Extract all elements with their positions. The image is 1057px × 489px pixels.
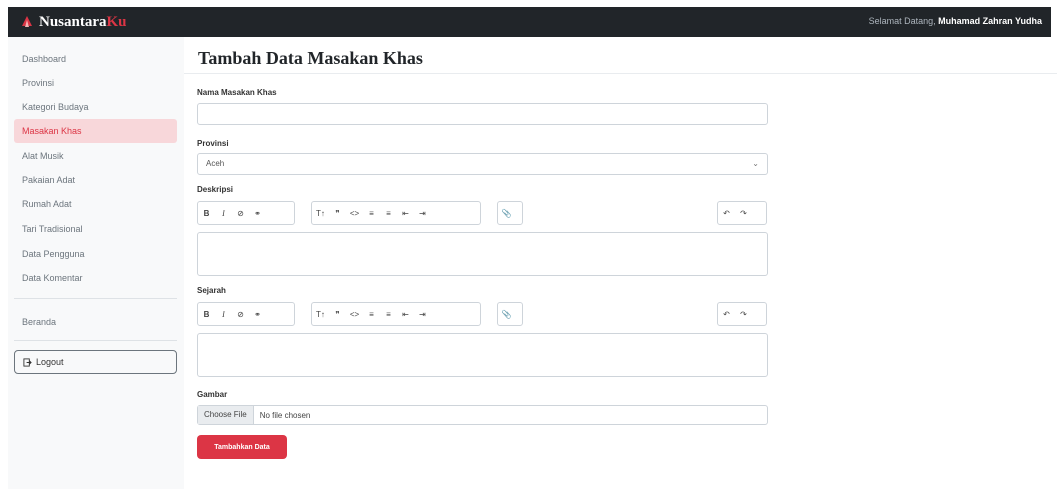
nama-label: Nama Masakan Khas (197, 88, 277, 97)
main-content: Tambah Data Masakan Khas Nama Masakan Kh… (184, 37, 1057, 489)
sidebar-item-data-komentar[interactable]: Data Komentar (14, 266, 177, 290)
user-name: Muhamad Zahran Yudha (938, 16, 1042, 26)
sidebar-item-provinsi[interactable]: Provinsi (14, 71, 177, 95)
sidebar-item-tari-tradisional[interactable]: Tari Tradisional (14, 217, 177, 241)
sidebar-divider (14, 340, 177, 341)
attach-icon[interactable]: 📎 (498, 303, 515, 325)
title-divider (184, 73, 1057, 74)
sidebar-item-kategori-budaya[interactable]: Kategori Budaya (14, 95, 177, 119)
brand-name-part2: Ku (106, 13, 127, 30)
heading-icon[interactable]: T↑ (312, 202, 329, 224)
number-list-icon[interactable]: ≡ (380, 202, 397, 224)
provinsi-selected-value: Aceh (206, 159, 225, 168)
deskripsi-toolbar: B I ⊘ ⚭ T↑ ❞ <> ≡ ≡ ⇤ ⇥ 📎 ↶ ↷ (197, 201, 768, 225)
number-list-icon[interactable]: ≡ (380, 303, 397, 325)
sidebar-item-masakan-khas[interactable]: Masakan Khas (14, 119, 177, 143)
indent-icon[interactable]: ⇥ (414, 303, 431, 325)
deskripsi-label: Deskripsi (197, 185, 234, 194)
gambar-file-input[interactable]: Choose File No file chosen (197, 405, 768, 425)
heading-icon[interactable]: T↑ (312, 303, 329, 325)
link-icon[interactable]: ⚭ (249, 202, 266, 224)
sidebar: Dashboard Provinsi Kategori Budaya Masak… (8, 37, 184, 489)
outdent-icon[interactable]: ⇤ (397, 303, 414, 325)
undo-icon[interactable]: ↶ (718, 303, 735, 325)
logout-button[interactable]: Logout (14, 350, 177, 374)
bold-icon[interactable]: B (198, 303, 215, 325)
file-status: No file chosen (259, 410, 311, 420)
top-navbar: Nusantara Ku Selamat Datang, Muhamad Zahr… (8, 7, 1051, 37)
indent-icon[interactable]: ⇥ (414, 202, 431, 224)
sidebar-item-data-pengguna[interactable]: Data Pengguna (14, 242, 177, 266)
redo-icon[interactable]: ↷ (735, 202, 752, 224)
strikethrough-icon[interactable]: ⊘ (232, 202, 249, 224)
redo-icon[interactable]: ↷ (735, 303, 752, 325)
strikethrough-icon[interactable]: ⊘ (232, 303, 249, 325)
provinsi-select[interactable]: Aceh ⌄ (197, 153, 768, 175)
sidebar-item-rumah-adat[interactable]: Rumah Adat (14, 192, 177, 216)
italic-icon[interactable]: I (215, 202, 232, 224)
sejarah-toolbar: B I ⊘ ⚭ T↑ ❞ <> ≡ ≡ ⇤ ⇥ 📎 ↶ ↷ (197, 302, 768, 326)
sidebar-item-pakaian-adat[interactable]: Pakaian Adat (14, 168, 177, 192)
bullet-list-icon[interactable]: ≡ (363, 303, 380, 325)
logout-icon (23, 357, 32, 367)
link-icon[interactable]: ⚭ (249, 303, 266, 325)
sidebar-divider (14, 298, 177, 299)
sidebar-item-dashboard[interactable]: Dashboard (14, 47, 177, 71)
italic-icon[interactable]: I (215, 303, 232, 325)
quote-icon[interactable]: ❞ (329, 202, 346, 224)
submit-button[interactable]: Tambahkan Data (197, 435, 287, 459)
sidebar-item-beranda[interactable]: Beranda (14, 310, 177, 334)
sejarah-editor[interactable] (197, 333, 768, 377)
welcome-message: Selamat Datang, Muhamad Zahran Yudha (869, 16, 1042, 26)
bullet-list-icon[interactable]: ≡ (363, 202, 380, 224)
undo-icon[interactable]: ↶ (718, 202, 735, 224)
sejarah-label: Sejarah (197, 286, 226, 295)
logout-label: Logout (36, 357, 64, 367)
welcome-text: Selamat Datang, (868, 16, 936, 26)
brand-name-part1: Nusantara (39, 13, 107, 30)
page-title: Tambah Data Masakan Khas (198, 48, 423, 68)
brand-logo[interactable]: Nusantara Ku (20, 13, 127, 31)
nama-masakan-input[interactable] (197, 103, 768, 125)
chevron-down-icon: ⌄ (752, 159, 759, 168)
attach-icon[interactable]: 📎 (498, 202, 515, 224)
quote-icon[interactable]: ❞ (329, 303, 346, 325)
deskripsi-editor[interactable] (197, 232, 768, 276)
code-icon[interactable]: <> (346, 303, 363, 325)
brand-flame-icon (22, 16, 32, 27)
provinsi-label: Provinsi (197, 139, 229, 148)
gambar-label: Gambar (197, 390, 228, 399)
choose-file-button[interactable]: Choose File (198, 406, 254, 424)
bold-icon[interactable]: B (198, 202, 215, 224)
outdent-icon[interactable]: ⇤ (397, 202, 414, 224)
sidebar-item-alat-musik[interactable]: Alat Musik (14, 144, 177, 168)
code-icon[interactable]: <> (346, 202, 363, 224)
